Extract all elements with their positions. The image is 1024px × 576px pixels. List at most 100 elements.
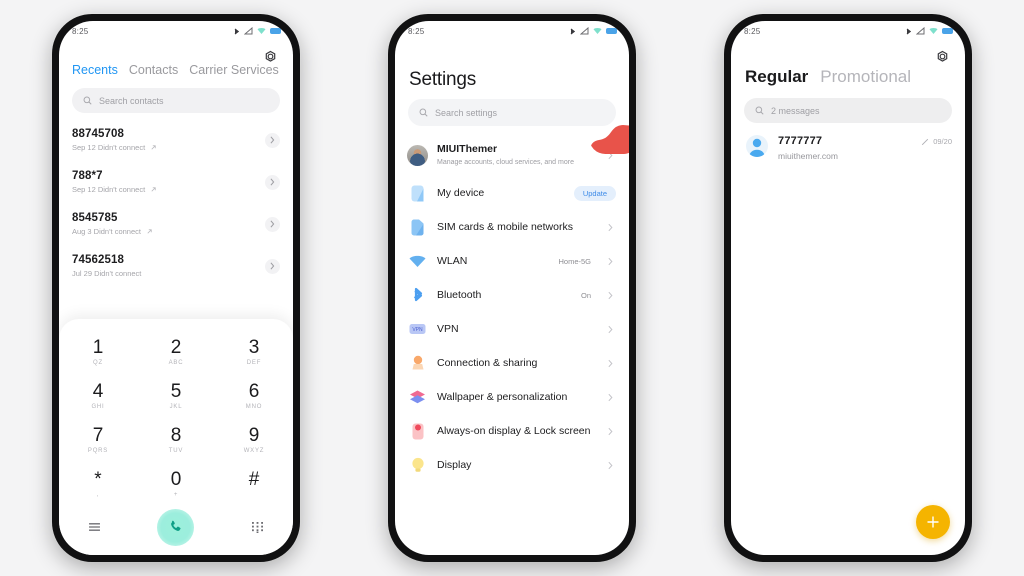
key-digit: 7: [92, 424, 104, 446]
account-text: MIUIThemer Manage accounts, cloud servic…: [437, 143, 594, 167]
messages-settings-button[interactable]: [933, 47, 951, 65]
dialpad-key-1[interactable]: 1 QZ: [59, 330, 137, 374]
account-name: MIUIThemer: [437, 143, 498, 155]
display-bulb-icon: [408, 456, 427, 475]
dialpad-key-3[interactable]: 3 DEF: [215, 330, 293, 374]
wallpaper-icon: [408, 388, 427, 407]
table-row[interactable]: 88745708 Sep 12 Didn't connect: [72, 119, 280, 161]
sidebar-item-wallpaper[interactable]: Wallpaper & personalization: [395, 380, 629, 414]
messages-screen: 8:25 Regular Promotional 2 messages 7777…: [731, 21, 965, 555]
table-row[interactable]: 74562518 Jul 29 Didn't connect: [72, 245, 280, 287]
settings-search-input[interactable]: Search settings: [408, 99, 616, 126]
tab-contacts[interactable]: Contacts: [129, 63, 178, 77]
signal-icon: [580, 27, 589, 35]
contact-avatar: [746, 135, 768, 157]
recent-calls-list: 88745708 Sep 12 Didn't connect 788*7 Sep…: [59, 113, 293, 287]
sidebar-item-label: VPN: [437, 322, 459, 335]
call-details-button[interactable]: [265, 216, 280, 232]
sidebar-item-display[interactable]: Display: [395, 448, 629, 482]
keypad-toggle-button[interactable]: [250, 520, 265, 535]
chevron-right-icon: [604, 391, 616, 403]
call-entry-text: 8545785 Aug 3 Didn't connect: [72, 212, 153, 236]
place-call-button[interactable]: [157, 508, 195, 546]
call-details-button[interactable]: [265, 132, 280, 148]
call-detail: Aug 3 Didn't connect: [72, 227, 153, 236]
sidebar-item-label: Bluetooth: [437, 288, 482, 301]
search-icon: [755, 106, 764, 115]
messages-search-input[interactable]: 2 messages: [744, 98, 952, 123]
dialpad-key-4[interactable]: 4 GHI: [59, 374, 137, 418]
bluetooth-icon: [906, 28, 912, 34]
bluetooth-icon: [234, 28, 240, 34]
hamburger-menu-button[interactable]: [87, 520, 102, 535]
call-entry-text: 74562518 Jul 29 Didn't connect: [72, 254, 141, 278]
table-row[interactable]: 788*7 Sep 12 Didn't connect: [72, 161, 280, 203]
key-letters: +: [173, 491, 179, 498]
sidebar-item-label: WLAN: [437, 254, 468, 267]
wifi-icon: [593, 28, 602, 34]
chevron-right-icon: [270, 262, 275, 270]
call-details-button[interactable]: [265, 258, 280, 274]
key-digit: 9: [248, 424, 260, 446]
dialer-settings-button[interactable]: [261, 47, 279, 65]
dialpad-key-7[interactable]: 7 PQRS: [59, 418, 137, 462]
new-message-button[interactable]: [916, 505, 950, 539]
page-title: Settings: [409, 69, 477, 90]
sidebar-item-sim-cards[interactable]: SIM cards & mobile networks: [395, 210, 629, 244]
call-detail-text: Sep 12 Didn't connect: [72, 143, 146, 152]
wifi-icon: [408, 252, 427, 271]
sidebar-item-always-on-display[interactable]: Always-on display & Lock screen: [395, 414, 629, 448]
settings-list: MIUIThemer Manage accounts, cloud servic…: [395, 134, 629, 482]
sidebar-item-label: Always-on display & Lock screen: [437, 424, 591, 437]
pencil-draft-icon: [922, 138, 929, 145]
status-bar: 8:25: [59, 21, 293, 41]
dialpad-key-hash[interactable]: #: [215, 462, 293, 506]
dialpad-key-2[interactable]: 2 ABC: [137, 330, 215, 374]
dialpad-key-8[interactable]: 8 TUV: [137, 418, 215, 462]
wifi-icon: [257, 28, 266, 34]
table-row[interactable]: 8545785 Aug 3 Didn't connect: [72, 203, 280, 245]
signal-icon: [916, 27, 925, 35]
bluetooth-icon: [408, 286, 427, 305]
sidebar-item-bluetooth[interactable]: Bluetooth On: [395, 278, 629, 312]
wifi-icon: [929, 28, 938, 34]
tab-promotional[interactable]: Promotional: [820, 67, 911, 87]
hamburger-menu-icon: [88, 523, 100, 531]
thread-meta: 09/20: [921, 135, 952, 146]
status-bar-icons: [906, 27, 953, 36]
key-digit: 0: [170, 468, 182, 490]
vpn-icon: VPN: [408, 320, 427, 339]
tab-carrier-services[interactable]: Carrier Services: [189, 63, 279, 77]
sidebar-item-label: Wallpaper & personalization: [437, 390, 568, 403]
dialpad-keys: 1 QZ 2 ABC 3 DEF 4 GHI 5 JKL 6 MNO 7 PQRS 8 TUV …: [59, 330, 293, 506]
call-detail-text: Jul 29 Didn't connect: [72, 269, 142, 278]
update-badge[interactable]: Update: [573, 185, 616, 201]
sidebar-item-label: SIM cards & mobile networks: [437, 220, 573, 233]
call-details-button[interactable]: [265, 174, 280, 190]
dialpad-key-9[interactable]: 9 WXYZ: [215, 418, 293, 462]
dialpad-key-5[interactable]: 5 JKL: [137, 374, 215, 418]
key-digit: *: [94, 468, 102, 490]
chevron-right-icon: [604, 221, 616, 233]
call-detail-text: Sep 12 Didn't connect: [72, 185, 146, 194]
message-thread-body: 7777777 miuithemer.com: [778, 135, 911, 161]
dialpad-key-6[interactable]: 6 MNO: [215, 374, 293, 418]
tab-regular[interactable]: Regular: [745, 67, 808, 87]
contacts-search-input[interactable]: Search contacts: [72, 88, 280, 113]
sidebar-item-connection-sharing[interactable]: Connection & sharing: [395, 346, 629, 380]
bluetooth-value: On: [580, 290, 591, 300]
status-bar-icons: [570, 27, 617, 36]
sidebar-item-vpn[interactable]: VPN VPN: [395, 312, 629, 346]
dialpad-key-star[interactable]: *,: [59, 462, 137, 506]
tab-recents[interactable]: Recents: [72, 63, 118, 77]
chevron-right-icon: [604, 323, 616, 335]
sidebar-item-wlan[interactable]: WLAN Home-5G: [395, 244, 629, 278]
plus-icon: [927, 516, 939, 528]
sidebar-item-account[interactable]: MIUIThemer Manage accounts, cloud servic…: [395, 134, 629, 176]
dialpad-key-0[interactable]: 0 +: [137, 462, 215, 506]
sidebar-item-my-device[interactable]: My device Update: [395, 176, 629, 210]
list-item[interactable]: 7777777 miuithemer.com 09/20: [731, 123, 965, 161]
device-icon: [408, 184, 427, 203]
status-bar: 8:25: [395, 21, 629, 41]
key-digit: 2: [170, 336, 182, 358]
